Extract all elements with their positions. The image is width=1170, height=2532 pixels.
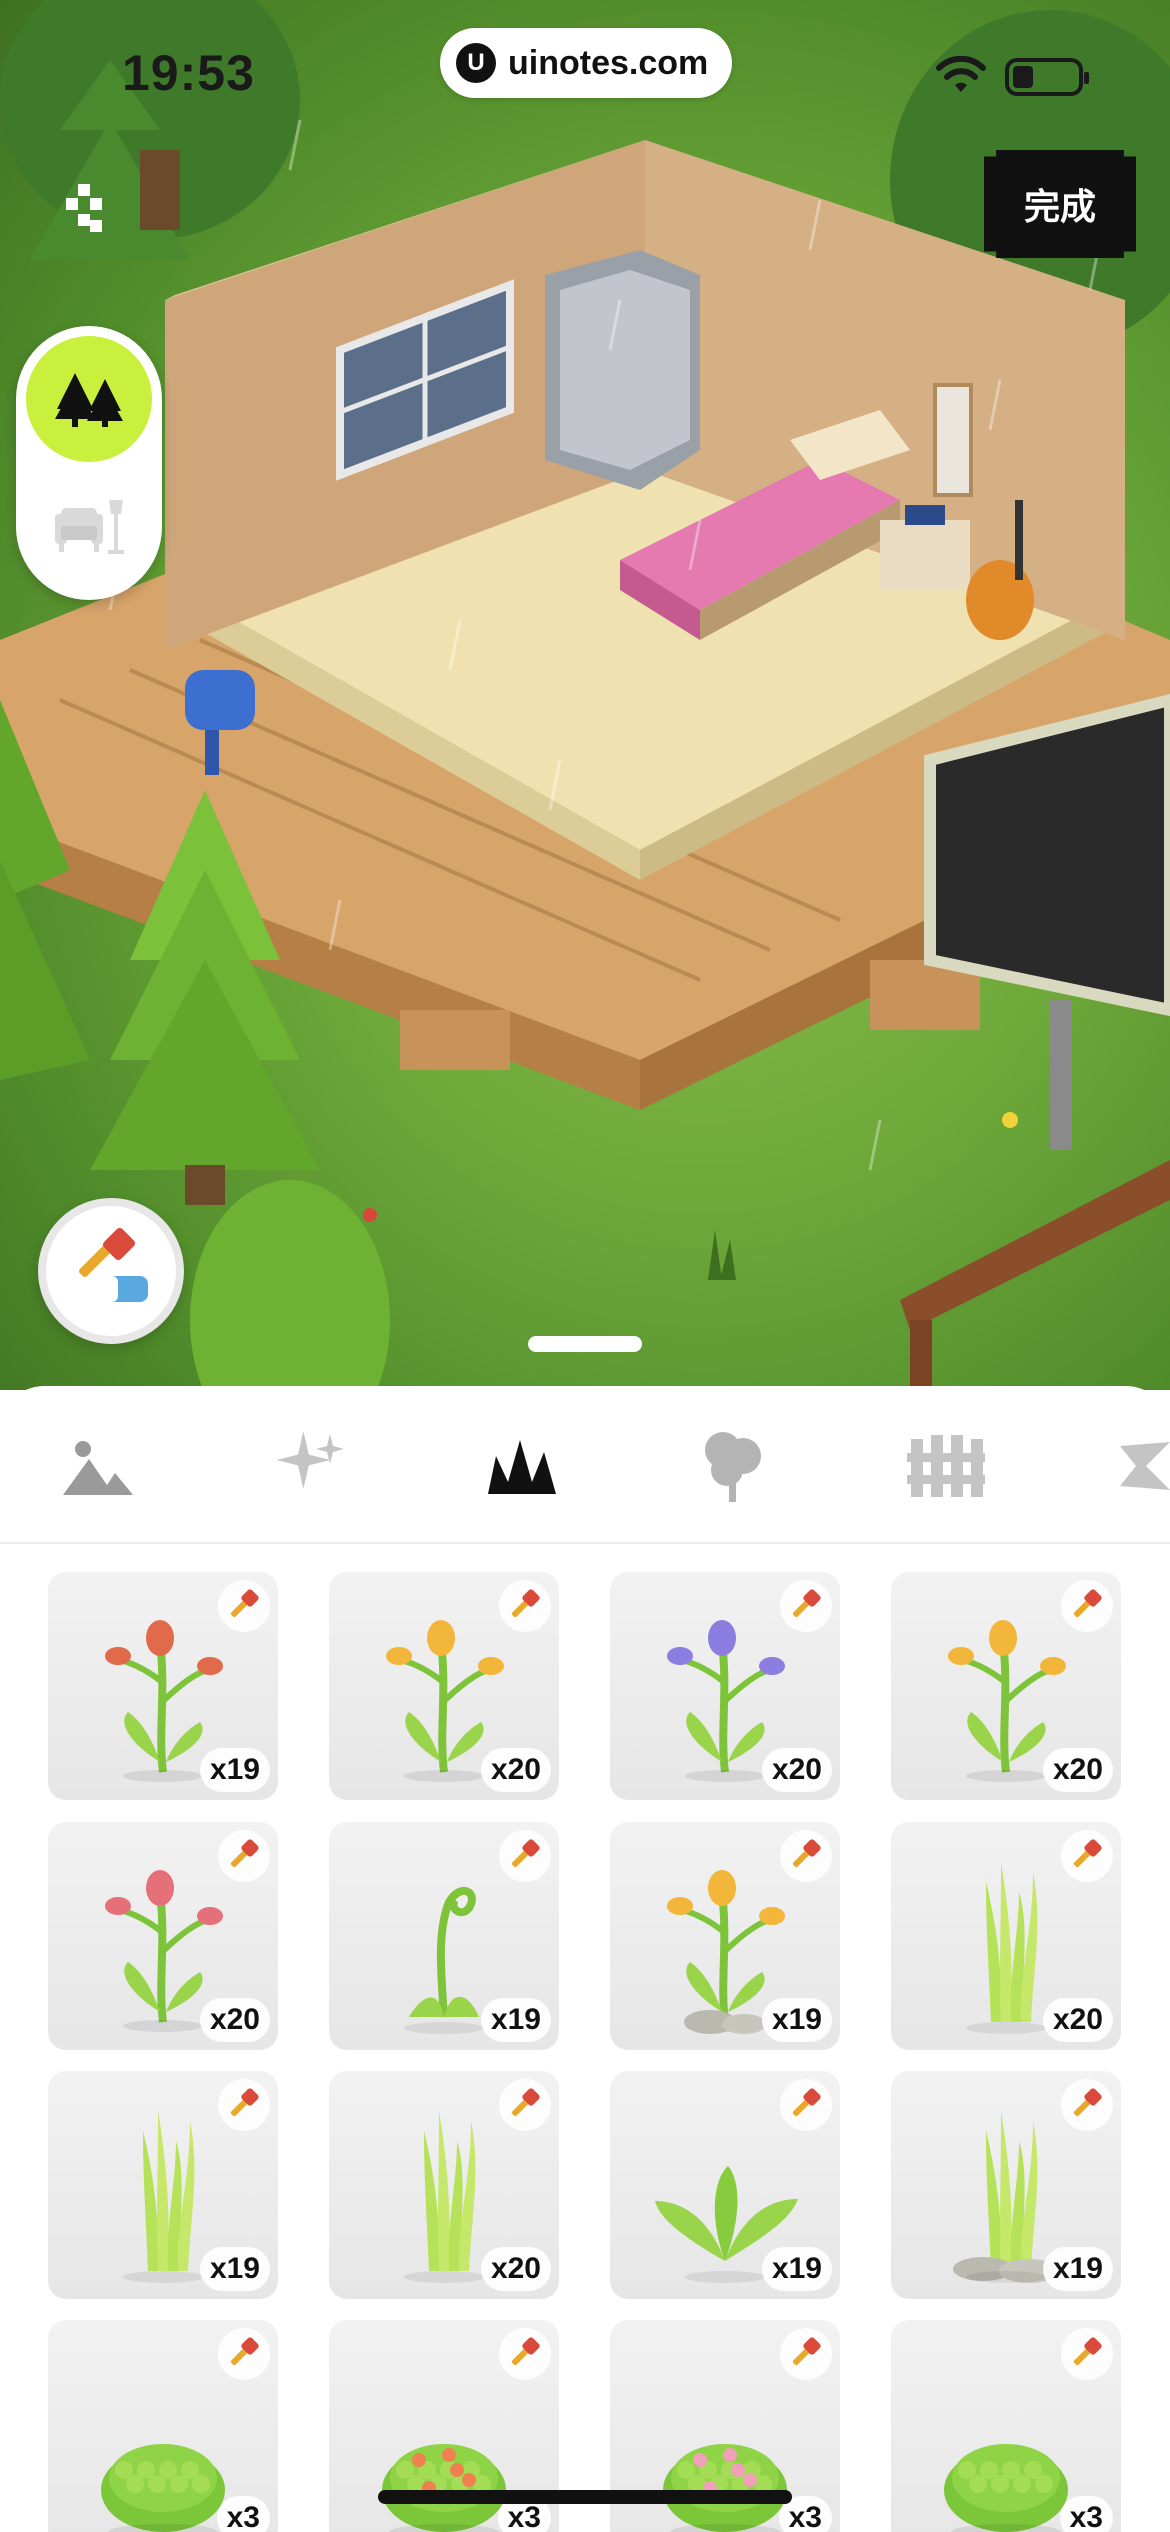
item-tile[interactable]: x19 <box>610 2071 840 2299</box>
paint-badge <box>499 2079 551 2131</box>
sheet-handle[interactable] <box>528 1336 642 1352</box>
landscape-icon <box>63 1441 133 1495</box>
item-count: x19 <box>199 2247 270 2291</box>
tab-landscape[interactable] <box>56 1424 140 1508</box>
category-tab-bar <box>0 1386 1170 1544</box>
paintbrush-icon <box>230 1589 259 1618</box>
paintbrush-icon <box>230 2088 259 2117</box>
paintbrush-icon <box>1073 2337 1102 2366</box>
item-count: x19 <box>199 1748 270 1792</box>
item-count: x20 <box>1042 1748 1113 1792</box>
paint-badge <box>1061 1580 1113 1632</box>
paintbrush-icon <box>230 1839 259 1868</box>
item-tile[interactable]: x20 <box>891 1822 1121 2050</box>
item-count: x19 <box>1042 2247 1113 2291</box>
battery-icon <box>1005 58 1089 96</box>
item-count: x19 <box>761 1998 832 2042</box>
paintbrush-icon <box>1073 2088 1102 2117</box>
item-count: x20 <box>761 1748 832 1792</box>
item-tile[interactable]: x19 <box>48 1572 278 1800</box>
fence-icon <box>907 1435 985 1497</box>
done-button[interactable]: 完成 <box>984 150 1136 258</box>
sofa-lamp-icon <box>55 500 124 554</box>
item-count: x3 <box>1059 2496 1113 2532</box>
paint-badge <box>499 1830 551 1882</box>
tree-icon <box>705 1432 761 1502</box>
item-tile[interactable]: x19 <box>891 2071 1121 2299</box>
tab-effects[interactable] <box>268 1424 352 1508</box>
paint-badge <box>780 1830 832 1882</box>
uinotes-logo: U <box>456 43 496 83</box>
item-tile[interactable]: x20 <box>329 1572 559 1800</box>
paint-badge <box>1061 1830 1113 1882</box>
paint-brush-button[interactable] <box>38 1198 184 1344</box>
item-tile[interactable]: x19 <box>610 1822 840 2050</box>
paintbrush-icon <box>511 2337 540 2366</box>
tab-more[interactable] <box>1116 1424 1170 1508</box>
paintbrush-icon <box>792 1839 821 1868</box>
home-indicator <box>378 2490 792 2504</box>
trees-icon <box>55 373 123 427</box>
item-tile[interactable]: x19 <box>48 2071 278 2299</box>
paintbrush-icon <box>511 2088 540 2117</box>
item-tile[interactable]: x20 <box>329 2071 559 2299</box>
paint-badge <box>499 2328 551 2380</box>
paintbrush-icon <box>1073 1839 1102 1868</box>
url-text: uinotes.com <box>508 43 709 82</box>
more-icon <box>1120 1442 1170 1490</box>
paintbrush-icon <box>230 2337 259 2366</box>
paint-badge <box>499 1580 551 1632</box>
item-tile[interactable]: x20 <box>891 1572 1121 1800</box>
paint-badge <box>1061 2079 1113 2131</box>
item-count: x20 <box>480 2247 551 2291</box>
paint-badge <box>218 1830 270 1882</box>
item-tile[interactable]: x20 <box>610 1572 840 1800</box>
grass-icon <box>488 1440 556 1494</box>
paint-badge <box>218 1580 270 1632</box>
mode-toggle <box>16 326 162 600</box>
item-tile[interactable]: x20 <box>48 1822 278 2050</box>
item-tile[interactable]: x3 <box>48 2320 278 2532</box>
paintbrush-icon <box>792 2088 821 2117</box>
paint-badge <box>218 2328 270 2380</box>
paintbrush-icon <box>511 1839 540 1868</box>
item-tile[interactable]: x3 <box>891 2320 1121 2532</box>
item-count: x3 <box>216 2496 270 2532</box>
paint-badge <box>1061 2328 1113 2380</box>
wifi-icon <box>936 56 986 92</box>
paint-badge <box>780 2079 832 2131</box>
status-time: 19:53 <box>122 45 255 101</box>
item-count: x19 <box>480 1998 551 2042</box>
item-count: x20 <box>480 1748 551 1792</box>
paint-badge <box>218 2079 270 2131</box>
paintbrush-icon <box>792 1589 821 1618</box>
paint-eraser-icon <box>79 1227 148 1302</box>
paint-badge <box>780 1580 832 1632</box>
item-tile[interactable]: x19 <box>329 1822 559 2050</box>
paint-badge <box>780 2328 832 2380</box>
tab-trees[interactable] <box>690 1424 774 1508</box>
item-count: x19 <box>761 2247 832 2291</box>
outdoor-mode-button[interactable] <box>26 336 152 462</box>
item-count: x20 <box>1042 1998 1113 2042</box>
paintbrush-icon <box>1073 1589 1102 1618</box>
room-scene[interactable]: 19:53 U uinotes.com 完成 <box>0 0 1170 1390</box>
tab-fences[interactable] <box>904 1424 988 1508</box>
indoor-mode-button[interactable] <box>26 464 152 590</box>
layout-grid-icon[interactable] <box>66 184 102 232</box>
item-count: x20 <box>199 1998 270 2042</box>
paintbrush-icon <box>792 2337 821 2366</box>
url-pill: U uinotes.com <box>440 28 732 98</box>
decor-bottom-sheet: x19 x20 x20 x20 x20 x19 x19 x20 x19 x20 x19 x19 x3 x3… <box>0 1386 1170 2532</box>
sparkles-icon <box>276 1431 344 1489</box>
paintbrush-icon <box>511 1589 540 1618</box>
tab-grass[interactable] <box>480 1424 564 1508</box>
